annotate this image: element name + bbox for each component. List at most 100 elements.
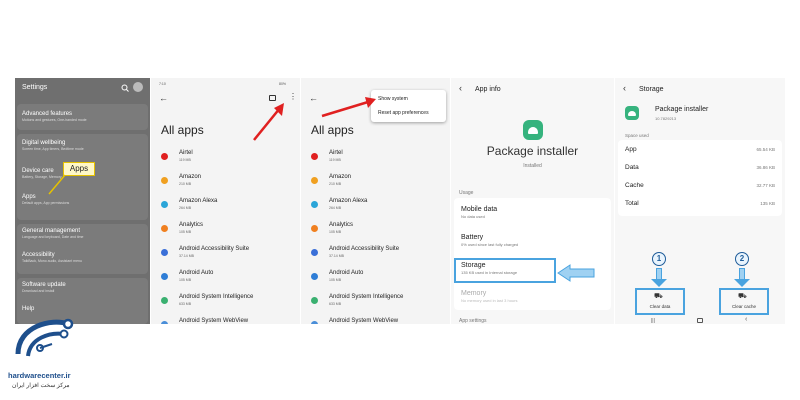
settings-item[interactable]: Digital wellbeing Screen time, App timers…: [22, 140, 142, 151]
settings-item[interactable]: General management Language and keyboard,…: [22, 228, 142, 239]
app-size: 105 MB: [329, 230, 342, 234]
app-info-screen: ‹ App info Package installer Installed U…: [451, 78, 614, 324]
app-name: Android System WebView: [329, 318, 399, 324]
space-used-label: Total: [625, 200, 639, 207]
nav-home-icon[interactable]: [697, 318, 703, 323]
tutorial-composite: Settings Advanced features Motions and ge…: [0, 0, 800, 400]
app-icon: [161, 297, 168, 304]
back-icon[interactable]: ‹: [459, 83, 462, 93]
app-icon: [311, 177, 318, 184]
space-used-label: Cache: [625, 182, 644, 189]
red-arrow-2: [321, 97, 376, 118]
app-icon: [161, 225, 168, 232]
app-list-item[interactable]: Android Accessibility Suite 37.14 MB: [161, 246, 296, 266]
app-name: Amazon: [329, 174, 352, 180]
app-icon: [311, 201, 318, 208]
app-size: 105 MB: [329, 278, 342, 282]
app-size: 210 MB: [179, 182, 192, 186]
settings-item[interactable]: Accessibility TalkBack, Mono audio, Assis…: [22, 252, 142, 263]
status-time: 7:10: [159, 82, 166, 86]
app-list-item[interactable]: Android Accessibility Suite 37.14 MB: [311, 246, 446, 266]
storage-screen: ‹ Storage Package installer 10.7829213 S…: [615, 78, 785, 324]
app-icon: [161, 321, 168, 324]
clear-data-button[interactable]: Clear data: [635, 304, 685, 309]
settings-item[interactable]: Apps Default apps, App permissions: [22, 194, 142, 205]
app-info-item[interactable]: Battery 0% used since last fully charged: [461, 234, 601, 247]
more-options-icon[interactable]: ⋮: [289, 92, 297, 101]
app-info-item-label: Battery: [461, 234, 484, 241]
settings-item-label: Advanced features: [22, 111, 73, 117]
search-icon[interactable]: [121, 84, 129, 92]
app-icon: [311, 297, 318, 304]
avatar[interactable]: [133, 82, 143, 92]
app-info-item[interactable]: Mobile data No data used: [461, 206, 601, 219]
app-name: Android Auto: [329, 270, 364, 276]
settings-item-sub: Download and install: [22, 289, 55, 293]
nav-recents-icon[interactable]: |||: [651, 318, 655, 324]
overflow-menu: Show system Reset app preferences: [371, 90, 446, 122]
clear-cache-button[interactable]: Clear cache: [719, 304, 769, 309]
settings-item[interactable]: Software update Download and install: [22, 282, 142, 293]
app-icon: [311, 153, 318, 160]
menu-item-show-system[interactable]: Show system: [378, 96, 408, 102]
step-badge-2: 2: [735, 252, 749, 266]
app-status: Installed: [523, 163, 542, 169]
space-used-row: Data 36.86 KB: [625, 164, 775, 178]
down-arrow-1-head: [651, 279, 667, 287]
space-used-value: 65.54 KB: [756, 147, 775, 152]
app-info-item[interactable]: Memory No memory used in last 3 hours: [461, 290, 601, 303]
brand-site: hardwarecenter.ir: [8, 371, 71, 380]
app-name: Analytics: [179, 222, 204, 228]
section-usage: Usage: [459, 190, 474, 196]
app-size: 105 MB: [179, 278, 192, 282]
app-list-item[interactable]: Amazon Alexa 264 MB: [161, 198, 296, 218]
app-list-item[interactable]: Android Auto 105 MB: [311, 270, 446, 290]
back-icon[interactable]: ‹: [623, 83, 626, 93]
settings-item[interactable]: Help: [22, 306, 142, 313]
app-size: 119 MB: [329, 158, 341, 162]
page-title: All apps: [311, 123, 354, 137]
space-used-label: App: [625, 146, 637, 153]
section-app-settings: App settings: [459, 318, 487, 324]
app-info-item-label: Memory: [461, 290, 487, 297]
back-icon[interactable]: ←: [159, 93, 168, 103]
app-size: 105 MB: [179, 230, 192, 234]
app-size: 264 MB: [179, 206, 192, 210]
back-icon[interactable]: ←: [309, 93, 318, 103]
app-name: Amazon Alexa: [329, 198, 368, 204]
app-name: Android System Intelligence: [329, 294, 404, 300]
app-list-item[interactable]: Android Auto 105 MB: [161, 270, 296, 290]
app-icon: [161, 177, 168, 184]
app-name: Android Accessibility Suite: [329, 246, 400, 252]
clear-data-icon[interactable]: ⛟: [654, 292, 663, 301]
down-arrow-2-head: [734, 279, 750, 287]
app-list-item[interactable]: Android System WebView: [311, 318, 446, 324]
app-list-item[interactable]: Airtel 119 MB: [161, 150, 296, 170]
app-name: Android Accessibility Suite: [179, 246, 250, 252]
app-list-item[interactable]: Analytics 105 MB: [161, 222, 296, 242]
space-used-value: 36.86 KB: [756, 165, 775, 170]
settings-item-label: General management: [22, 228, 81, 234]
app-info-item-label: Mobile data: [461, 206, 498, 213]
app-list-item[interactable]: Android System WebView: [161, 318, 296, 324]
red-arrow-1: [253, 103, 284, 141]
app-list-item[interactable]: Amazon Alexa 264 MB: [311, 198, 446, 218]
app-name: Amazon: [179, 174, 202, 180]
nav-back-icon[interactable]: ‹: [745, 316, 747, 323]
settings-item[interactable]: Advanced features Motions and gestures, O…: [22, 111, 142, 122]
app-size: 633 MB: [329, 302, 342, 306]
app-icon: [311, 321, 318, 324]
menu-item-reset-app-preferences[interactable]: Reset app preferences: [378, 110, 429, 116]
app-list-item[interactable]: Amazon 210 MB: [161, 174, 296, 194]
clear-cache-icon[interactable]: ⛟: [738, 292, 747, 301]
app-version: 10.7829213: [655, 116, 677, 121]
app-name: Android System Intelligence: [179, 294, 254, 300]
app-list-item[interactable]: Android System Intelligence 633 MB: [161, 294, 296, 314]
app-list-item[interactable]: Analytics 105 MB: [311, 222, 446, 242]
status-battery: 80%: [279, 82, 287, 86]
app-list-item[interactable]: Android System Intelligence 633 MB: [311, 294, 446, 314]
app-list-item[interactable]: Amazon 210 MB: [311, 174, 446, 194]
storage-highlight: [454, 258, 556, 283]
app-icon: [161, 153, 168, 160]
app-list-item[interactable]: Airtel 119 MB: [311, 150, 446, 170]
